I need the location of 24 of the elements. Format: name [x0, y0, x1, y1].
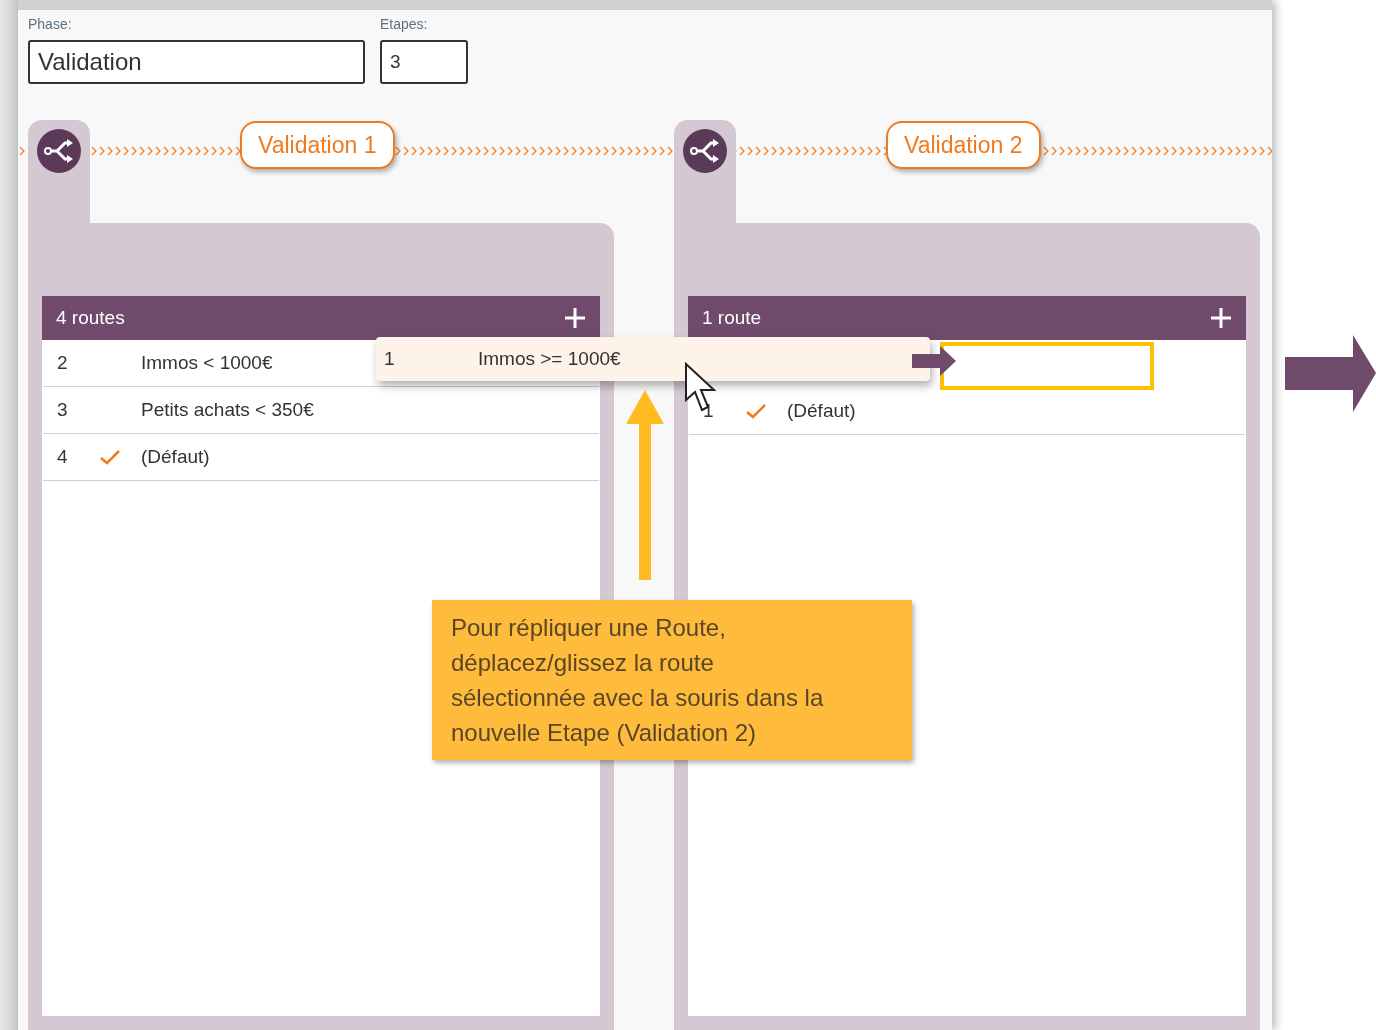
field-label: Phase: [28, 16, 73, 32]
add-icon[interactable] [1210, 307, 1232, 329]
branch-icon[interactable] [37, 129, 81, 173]
phase-input[interactable]: Validation [28, 40, 365, 84]
route-name: (Défaut) [787, 400, 856, 422]
route-name: Petits achats < 350€ [141, 399, 314, 421]
up-arrow-icon [626, 390, 664, 580]
dragged-route[interactable]: 1 Immos >= 1000€ [376, 337, 930, 381]
route-count: 4 routes [56, 307, 125, 329]
add-icon[interactable] [564, 307, 586, 329]
route-number: 3 [56, 399, 69, 421]
route-number: 4 [56, 446, 69, 468]
route-name: (Défaut) [141, 446, 210, 468]
route-name: Immos < 1000€ [141, 352, 273, 374]
route-number: 1 [383, 348, 396, 370]
field-label: Etapes: [380, 16, 429, 32]
steps-input[interactable]: 3 [380, 40, 468, 84]
branch-icon[interactable] [683, 129, 727, 173]
route-count: 1 route [702, 307, 762, 329]
hint-callout: Pour répliquer une Route, déplacez/glissez la route sélectionnée avec la souris dans la nouvelle Etape (Validation 2) [432, 600, 912, 760]
right-arrow-icon [1285, 335, 1376, 412]
route-name: Immos >= 1000€ [478, 348, 621, 370]
route-number: 2 [56, 352, 69, 374]
right-arrow-icon [912, 346, 956, 376]
